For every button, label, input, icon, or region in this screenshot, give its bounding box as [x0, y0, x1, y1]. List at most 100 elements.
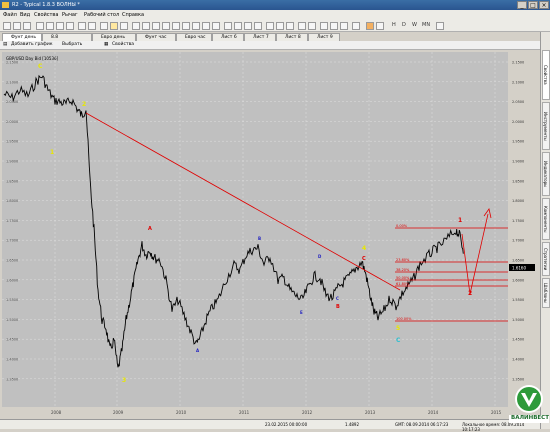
arrow-tool-icon[interactable] [192, 22, 200, 30]
period-mn-button[interactable]: MN [422, 22, 430, 28]
y-tick-label: 1.7500 [512, 219, 524, 223]
more-icon[interactable] [436, 22, 444, 30]
side-tab-indicators[interactable]: Индикаторы [542, 152, 550, 196]
y-tick-label: 1.9000 [512, 160, 524, 164]
line-tool-icon[interactable] [132, 22, 140, 30]
menu-file[interactable]: Файл [3, 12, 17, 18]
tab-2[interactable]: 8.8 Альтернатива [42, 33, 92, 47]
period-d-button[interactable]: D [402, 22, 406, 28]
x-tick-label: 2015 [491, 410, 502, 415]
alert-icon[interactable] [352, 22, 360, 30]
x-tick-label: 2009 [113, 410, 124, 415]
candles-icon[interactable] [244, 22, 252, 30]
y-tick-label: 1.9500 [512, 140, 524, 144]
fib-level-label: 61.80% [396, 282, 410, 286]
menu-workspace[interactable]: Рабочий стол [84, 12, 119, 18]
wave-label: C [336, 296, 339, 301]
y-tick-label-left: 1.6000 [6, 278, 18, 282]
print-icon[interactable] [36, 22, 44, 30]
chart-settings-icon[interactable] [340, 22, 348, 30]
tab-5[interactable]: Евро час [176, 33, 212, 41]
y-tick-label-left: 1.9000 [6, 160, 18, 164]
side-tab-tools[interactable]: Инструменты [542, 102, 550, 150]
menu-view[interactable]: Вид [20, 12, 30, 18]
status-time: 23.02.2015 00:00:00 [265, 422, 308, 427]
menu-help[interactable]: Справка [122, 12, 144, 18]
wave-label: 4 [362, 245, 366, 252]
new-icon[interactable] [3, 22, 11, 30]
side-tab-components[interactable]: Компоненты [542, 198, 550, 240]
y-tick-label-left: 1.8500 [6, 179, 18, 183]
wave-label: 3 [122, 377, 126, 384]
fib-level-label: 50.00% [396, 276, 410, 280]
add-chart-button[interactable]: Добавить график [11, 42, 53, 47]
wave-label: C [362, 256, 366, 262]
cursor-icon[interactable] [110, 22, 118, 30]
side-tab-templates[interactable]: Шаблоны [542, 278, 550, 308]
period-m1-icon[interactable] [376, 22, 384, 30]
properties-button[interactable]: Свойства [112, 42, 134, 47]
scroll-right-icon[interactable] [308, 22, 316, 30]
crosshair-icon[interactable] [120, 22, 128, 30]
redo-icon[interactable] [88, 22, 96, 30]
channel-tool-icon[interactable] [162, 22, 170, 30]
tab-9[interactable]: Лист 9 [308, 33, 340, 41]
fib-tool-icon[interactable] [172, 22, 180, 30]
cut-icon[interactable] [46, 22, 54, 30]
period-h-button[interactable]: H [392, 22, 396, 28]
tab-6[interactable]: Лист 6 [212, 33, 244, 41]
tab-7[interactable]: Лист 7 [244, 33, 276, 41]
y-tick-label-left: 2.1500 [6, 61, 18, 65]
hline-tool-icon[interactable] [142, 22, 150, 30]
chart-svg[interactable]: GBP/USD Day Bid [10536]2.1500 2.15002.100… [0, 50, 540, 419]
line-chart-icon[interactable] [254, 22, 262, 30]
properties-icon[interactable]: ▦ [104, 42, 108, 47]
wave-label: C [396, 337, 401, 344]
y-tick-label-left: 2.0500 [6, 100, 18, 104]
undo-icon[interactable] [78, 22, 86, 30]
select-button[interactable]: Выбрать [62, 42, 82, 47]
y-tick-label: 1.3500 [512, 377, 524, 381]
y-tick-label: 2.0000 [512, 120, 524, 124]
menu-properties[interactable]: Свойства [34, 12, 58, 18]
tab-4[interactable]: Фунт час [136, 33, 176, 41]
shape-tool-icon[interactable] [202, 22, 210, 30]
fib-level-label: 23.60% [396, 258, 410, 262]
autoscale-icon[interactable] [330, 22, 338, 30]
template-icon[interactable] [286, 22, 294, 30]
maximize-button[interactable]: □ [528, 1, 538, 9]
copy-icon[interactable] [56, 22, 64, 30]
tab-3[interactable]: Евро день [92, 33, 136, 41]
fib-level-label: 100.00% [396, 317, 412, 321]
price-chart[interactable]: GBP/USD Day Bid [10536] 2.1500 2.1500 2.100… [0, 50, 540, 419]
tab-8[interactable]: Лист 8 [276, 33, 308, 41]
menu-market[interactable]: Рычаг [62, 12, 78, 18]
delete-tool-icon[interactable] [212, 22, 220, 30]
side-tab-strategies[interactable]: Стратегии [542, 242, 550, 276]
wave-label: C [38, 63, 43, 70]
period-w-button[interactable]: W [412, 22, 417, 28]
add-chart-icon[interactable]: ▤ [3, 42, 7, 47]
text-tool-icon[interactable] [182, 22, 190, 30]
right-sidebar: Свойства Инструменты Индикаторы Компонен… [540, 32, 550, 429]
tab-1[interactable]: Фунт день [2, 33, 42, 41]
close-button[interactable]: × [539, 1, 549, 9]
vline-tool-icon[interactable] [152, 22, 160, 30]
wave-label: 1 [50, 149, 54, 156]
open-icon[interactable] [13, 22, 21, 30]
grid-icon[interactable] [266, 22, 274, 30]
period-chart-icon[interactable] [366, 22, 374, 30]
y-tick-label: 2.1500 [512, 61, 524, 65]
bars-icon[interactable] [234, 22, 242, 30]
side-tab-properties[interactable]: Свойства [542, 50, 550, 100]
y-tick-label: 1.5500 [512, 298, 524, 302]
chart-type-icon[interactable] [224, 22, 232, 30]
title-bar: R2 - Typical 1.8.3 ВОЛНЫ * _ □ × [0, 0, 550, 10]
minimize-button[interactable]: _ [517, 1, 527, 9]
paste-icon[interactable] [66, 22, 74, 30]
scroll-left-icon[interactable] [298, 22, 306, 30]
indicator-icon[interactable] [276, 22, 284, 30]
zoom-out-icon[interactable] [320, 22, 328, 30]
save-icon[interactable] [23, 22, 31, 30]
zoom-in-icon[interactable] [100, 22, 108, 30]
